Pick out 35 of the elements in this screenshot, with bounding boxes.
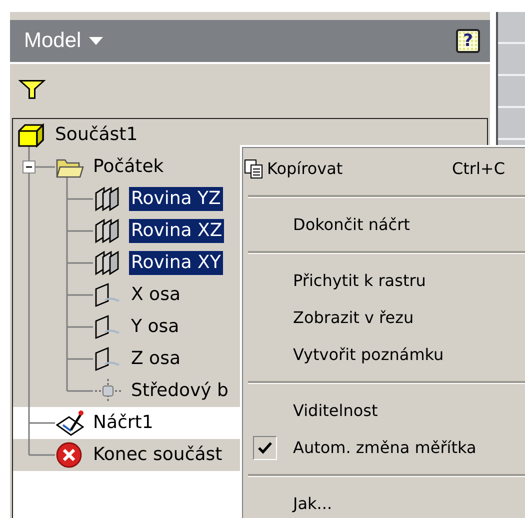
tree-item[interactable]: X osa (129, 283, 182, 307)
tree-item[interactable]: Y osa (129, 315, 182, 339)
tree-item[interactable]: Rovina XY (129, 251, 223, 275)
checkmark-icon (258, 442, 272, 454)
help-button[interactable]: ? (456, 29, 480, 53)
tree-item[interactable]: Z osa (129, 347, 182, 371)
tree-guide-lines (28, 279, 94, 311)
menu-item[interactable]: Viditelnost (242, 392, 525, 429)
menu-item[interactable]: Dokončit náčrt (242, 206, 525, 243)
collapse-toggle[interactable] (22, 160, 36, 174)
checkbox[interactable] (253, 436, 277, 460)
menu-item[interactable]: Zobrazit v řezu (242, 299, 525, 336)
tree-item[interactable]: Rovina XZ (129, 219, 224, 243)
tree-item[interactable]: Rovina YZ (129, 187, 223, 211)
tree-guide-lines (28, 247, 94, 279)
x-circle-icon (55, 441, 83, 469)
shortcut-label: Ctrl+C (452, 159, 506, 178)
menu-item[interactable]: Jak... (242, 485, 525, 518)
filter-icon[interactable] (18, 78, 46, 100)
tree-item[interactable]: Středový b (129, 379, 230, 403)
tree-item[interactable]: Počátek (91, 155, 166, 179)
menu-item[interactable]: Přichytit k rastru (242, 262, 525, 299)
tree-guide-lines (28, 215, 94, 247)
copy-icon (244, 158, 264, 178)
menu-item[interactable]: Autom. změna měřítka (242, 429, 525, 466)
tree-item[interactable]: Součást1 (53, 123, 140, 147)
menu-item[interactable]: Kopírovat Ctrl+C (242, 150, 525, 187)
panel-title[interactable]: Model (24, 29, 82, 53)
tree-guide-lines (28, 343, 94, 375)
tree-item[interactable]: Náčrt1 (91, 411, 156, 435)
menu-item[interactable]: Vytvořit poznámku (242, 336, 525, 373)
tree-item[interactable]: Konec součást (91, 443, 224, 467)
caret-icon[interactable] (89, 36, 104, 46)
cube-icon (17, 122, 45, 148)
tree-guide-lines (28, 311, 94, 343)
